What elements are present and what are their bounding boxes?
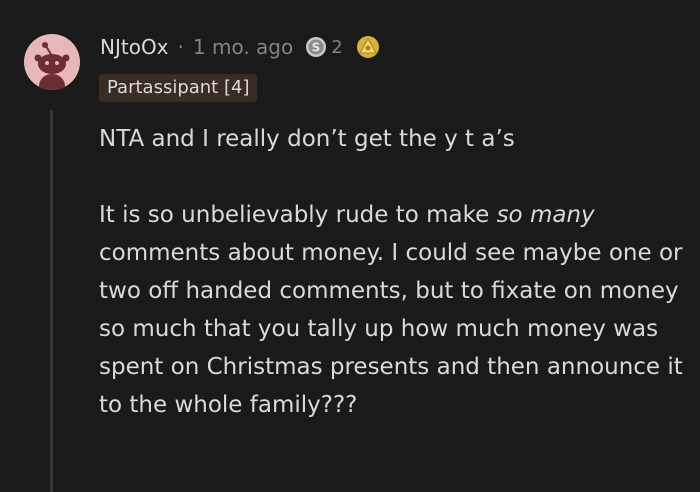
thread-collapse-line[interactable] [50, 110, 53, 492]
silver-award-icon: S [306, 37, 327, 57]
award-count: 2 [331, 36, 343, 58]
paragraph-text: It is so unbelievably rude to make [99, 202, 497, 228]
award-helpful[interactable] [355, 35, 381, 59]
comment-body: NTA and I really don’t get the y t a’s I… [99, 120, 689, 424]
user-flair: Partassipant [4] [99, 74, 258, 102]
emphasis-text: so many [496, 202, 595, 228]
comment-paragraph: NTA and I really don’t get the y t a’s [99, 126, 515, 152]
helpful-award-icon [356, 36, 379, 58]
comment-header: NJtoOx · 1 mo. ago S 2 [100, 33, 381, 61]
svg-text:S: S [312, 41, 321, 55]
reddit-snoo-avatar-icon [34, 42, 70, 90]
award-silver[interactable]: S 2 [305, 36, 343, 58]
paragraph-text: comments about money. I could see maybe … [99, 240, 683, 418]
avatar[interactable] [24, 34, 80, 90]
comment-author[interactable]: NJtoOx [100, 35, 169, 59]
meta-separator: · [177, 35, 184, 59]
comment-paragraph: It is so unbelievably rude to make so ma… [99, 196, 689, 424]
comment-timestamp[interactable]: 1 mo. ago [193, 35, 293, 59]
